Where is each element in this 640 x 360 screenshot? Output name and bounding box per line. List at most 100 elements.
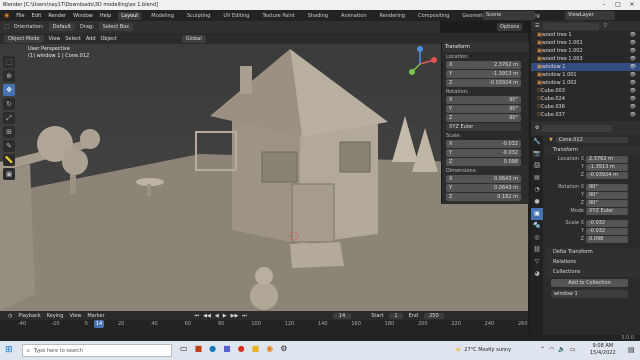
visibility-icon[interactable]: 👁 [630, 96, 636, 102]
visibility-icon[interactable]: 👁 [630, 56, 636, 62]
jump-end-icon[interactable]: ⏭ [242, 313, 247, 319]
prop-location-y[interactable]: Y -1.3913 m [545, 163, 640, 171]
jump-start-icon[interactable]: ⏮ [195, 313, 200, 319]
prop-rotation-mode[interactable]: Mode XYZ Euler [545, 207, 640, 215]
visibility-icon[interactable]: 👁 [630, 40, 636, 46]
rotation-z-field[interactable]: Z 90° [446, 114, 521, 122]
tab-rendering[interactable]: Rendering [377, 12, 409, 20]
render-tab-icon[interactable]: 📷 [531, 148, 543, 160]
next-key-icon[interactable]: ▶▶ [231, 313, 239, 319]
prop-rotation-y[interactable]: Y 90° [545, 191, 640, 199]
prop-value[interactable]: 2.3762 m [586, 155, 628, 163]
rotation-mode-dropdown[interactable]: XYZ Euler [446, 123, 521, 131]
visibility-icon[interactable]: 👁 [630, 32, 636, 38]
menu-view[interactable]: View [49, 36, 61, 42]
visibility-icon[interactable]: 👁 [630, 112, 636, 118]
tab-modeling[interactable]: Modeling [148, 12, 177, 20]
menu-keying[interactable]: Keying [47, 313, 64, 319]
edge-icon[interactable]: ● [209, 344, 216, 353]
prop-value[interactable]: -0.03924 m [586, 171, 628, 179]
wifi-icon[interactable]: ◠ [549, 346, 554, 353]
transform-panel-title[interactable]: Transform [442, 42, 529, 52]
prop-rotation-x[interactable]: Rotation X 90° [545, 183, 640, 191]
task-view-icon[interactable]: ▭ [180, 344, 188, 353]
navigation-gizmo[interactable] [400, 44, 440, 84]
tab-shading[interactable]: Shading [305, 12, 331, 20]
menu-add[interactable]: Add [86, 36, 96, 42]
visibility-icon[interactable]: 👁 [630, 88, 636, 94]
tab-compositing[interactable]: Compositing [415, 12, 452, 20]
outliner-row[interactable]: ▽ Cube.003 👁 [531, 87, 640, 95]
start-frame-field[interactable]: 1 [389, 312, 403, 319]
minimize-icon[interactable]: – [597, 0, 611, 10]
gizmo-z-axis-icon[interactable] [417, 46, 423, 52]
world-tab-icon[interactable]: ● [531, 196, 543, 208]
outliner-row[interactable]: ▽ Cube.036 👁 [531, 103, 640, 111]
visibility-icon[interactable]: 👁 [630, 72, 636, 78]
settings-icon[interactable]: ⚙ [280, 344, 287, 353]
measure-tool-icon[interactable]: 📏 [3, 154, 15, 166]
menu-playback[interactable]: Playback [18, 313, 40, 319]
outliner-row[interactable]: ▣ window 1 👁 [531, 63, 640, 71]
current-frame-field[interactable]: 14 [332, 312, 352, 319]
powerpoint-icon[interactable]: ■ [195, 344, 203, 353]
prop-location-x[interactable]: Location X 2.3762 m [545, 155, 640, 163]
scale-tool-icon[interactable]: ⤢ [3, 112, 15, 124]
visibility-icon[interactable]: 👁 [630, 48, 636, 54]
constraints-tab-icon[interactable]: ⛓ [531, 244, 543, 256]
scale-y-field[interactable]: Y -0.032 [446, 149, 521, 157]
outliner-row[interactable]: ▣ wood tree 1 👁 [531, 31, 640, 39]
blender-taskbar-icon[interactable]: ◉ [266, 344, 273, 353]
physics-tab-icon[interactable]: ◎ [531, 232, 543, 244]
add-to-collection-button[interactable]: Add to Collection [551, 279, 628, 287]
menu-render[interactable]: Render [48, 13, 66, 19]
object-name-field[interactable]: Cone.012 [555, 137, 628, 143]
outliner-row[interactable]: ▽ Cube.037 👁 [531, 111, 640, 119]
close-icon[interactable]: ✕ [625, 0, 639, 10]
add-cube-tool-icon[interactable]: ▣ [3, 168, 15, 180]
clock[interactable]: 9:08 AM 15/4/2022 [590, 343, 616, 357]
display-mode-icon[interactable]: ☰ [535, 23, 539, 29]
annotate-tool-icon[interactable]: ✎ [3, 140, 15, 152]
scene-selector[interactable]: Scene [483, 11, 535, 20]
material-tab-icon[interactable]: ◕ [531, 268, 543, 280]
prop-value[interactable]: 0.098 [586, 235, 628, 243]
menu-window[interactable]: Window [73, 13, 93, 19]
outliner-search-input[interactable] [543, 22, 600, 30]
timeline-ruler[interactable]: -40 -20 0 20 40 60 80 100 120 140 160 180 200 220 240 2… [0, 320, 528, 328]
prop-value[interactable]: 90° [586, 199, 628, 207]
tab-sculpting[interactable]: Sculpting [184, 12, 213, 20]
maximize-icon[interactable]: □ [611, 0, 625, 10]
prop-value[interactable]: XYZ Euler [586, 207, 628, 215]
object-mode-dropdown[interactable]: Object Mode [4, 34, 44, 43]
transform-section[interactable]: Transform [545, 146, 640, 155]
tab-animation[interactable]: Animation [338, 12, 370, 20]
taskbar-search-box[interactable]: ⌕ Type here to search [22, 344, 172, 357]
outliner-row[interactable]: ▽ Cube.024 👁 [531, 95, 640, 103]
location-x-field[interactable]: X 2.3762 m [446, 61, 521, 69]
prop-value[interactable]: -0.032 [586, 227, 628, 235]
prop-rotation-z[interactable]: Z 90° [545, 199, 640, 207]
output-tab-icon[interactable]: 🖨 [531, 160, 543, 172]
tool-tab-icon[interactable]: 🔧 [531, 136, 543, 148]
relations-section[interactable]: Relations [545, 258, 640, 267]
windows-start-icon[interactable]: ⊞ [5, 345, 13, 355]
move-tool-icon[interactable]: ✥ [3, 84, 15, 96]
scale-x-field[interactable]: X -0.032 [446, 140, 521, 148]
menu-help[interactable]: Help [100, 13, 111, 19]
transform-orientation-dropdown[interactable]: Global [181, 34, 206, 43]
select-box-icon[interactable]: ⬚ [3, 56, 15, 68]
menu-marker[interactable]: Marker [87, 313, 104, 319]
filter-icon[interactable]: ▽ [603, 23, 607, 29]
timeline-editor-icon[interactable]: ◷ [8, 313, 12, 319]
view-layer-tab-icon[interactable]: ▤ [531, 172, 543, 184]
gizmo-y-axis-icon[interactable] [409, 69, 415, 75]
tab-texture-paint[interactable]: Texture Paint [259, 12, 297, 20]
notification-icon[interactable]: ▤ [628, 346, 635, 354]
collection-name-field[interactable]: window 1 [551, 290, 628, 298]
scale-z-field[interactable]: Z 0.098 [446, 158, 521, 166]
data-tab-icon[interactable]: ▽ [531, 256, 543, 268]
tab-layout[interactable]: Layout [118, 11, 142, 20]
options-button[interactable]: Options [497, 23, 523, 31]
menu-file[interactable]: File [16, 13, 24, 19]
